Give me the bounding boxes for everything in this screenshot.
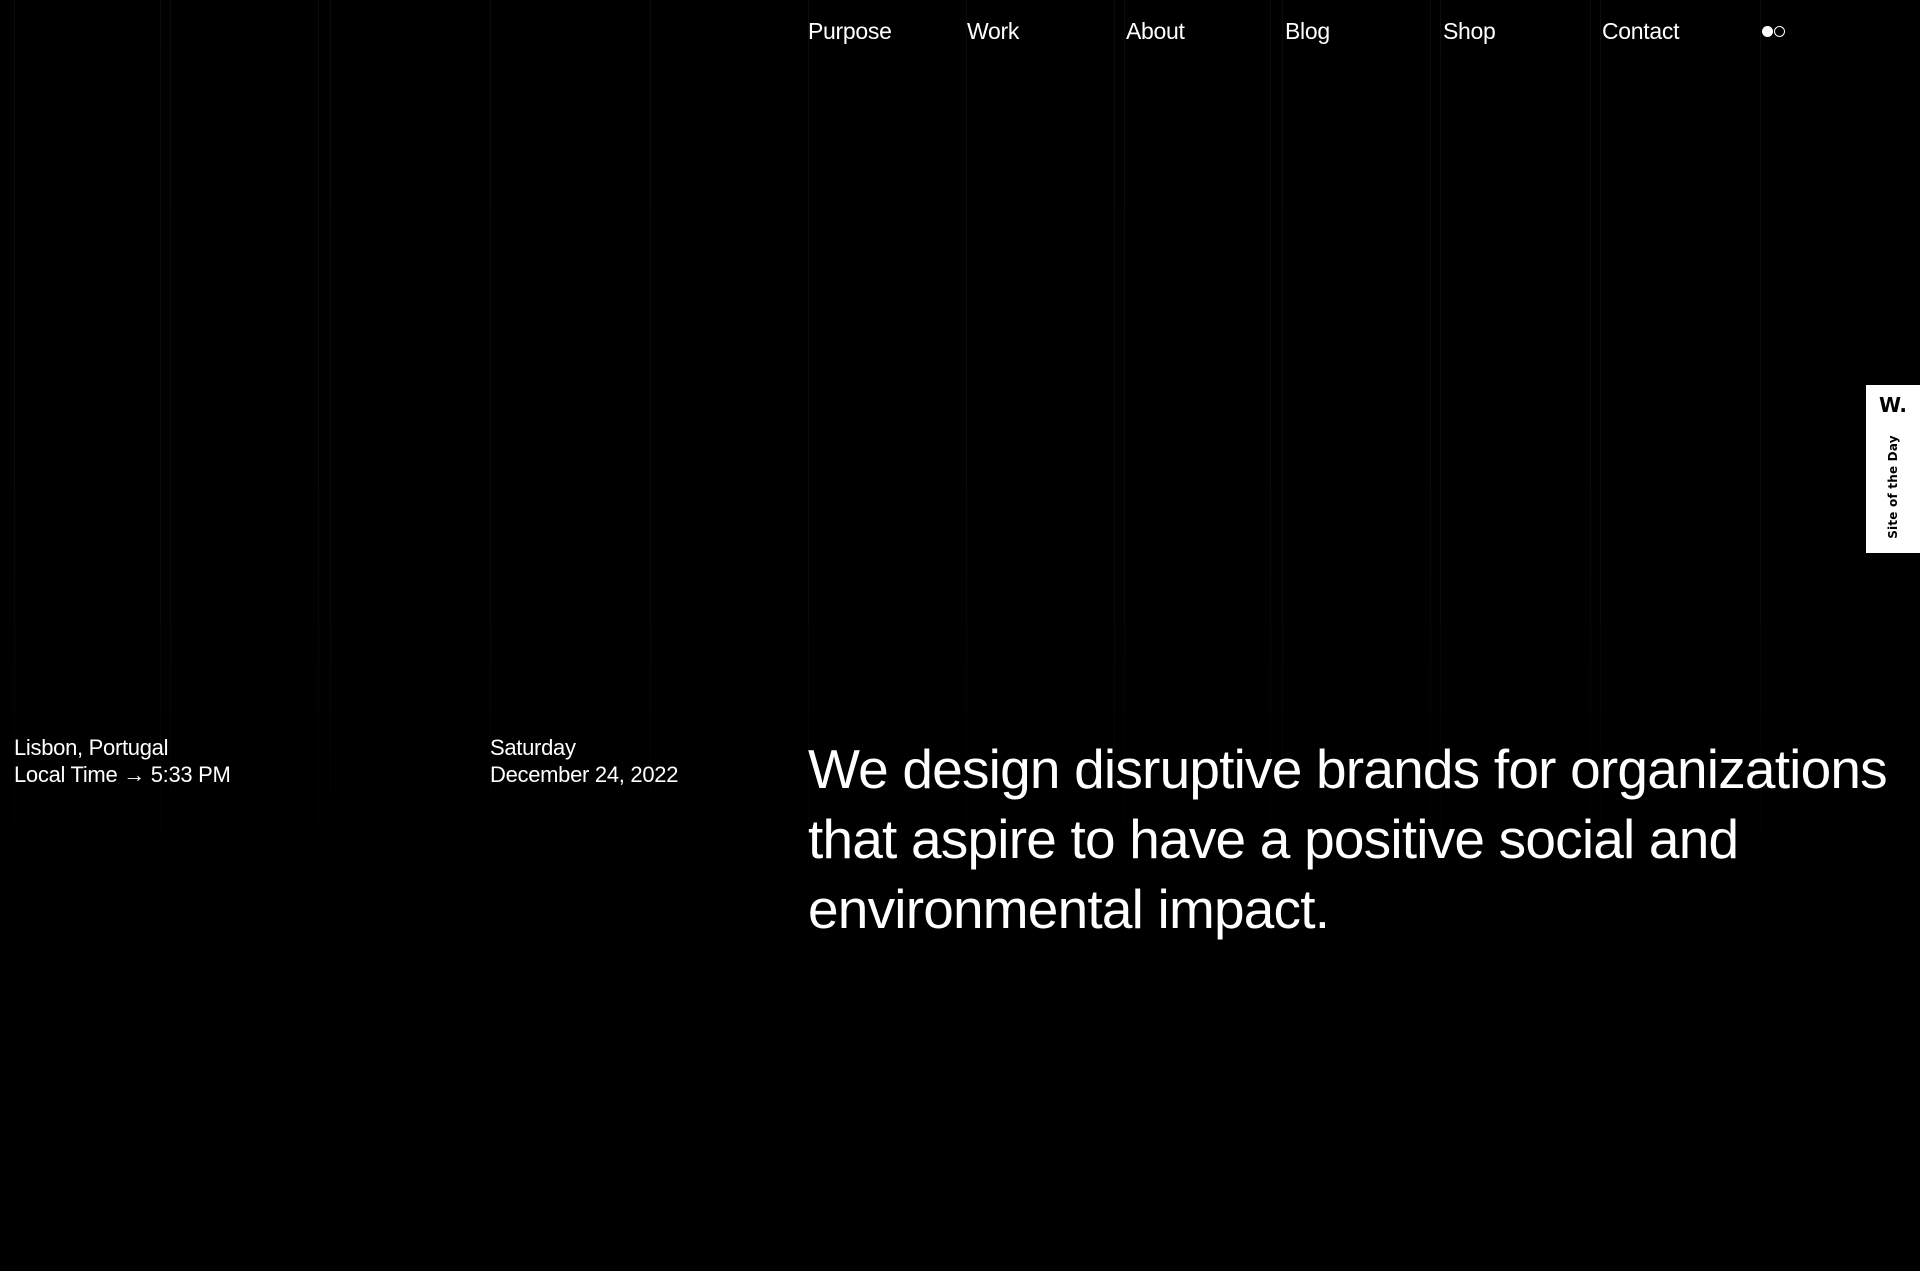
date-block: Saturday December 24, 2022 (490, 734, 678, 788)
site-of-the-day-badge[interactable]: W. Site of the Day (1866, 385, 1920, 553)
nav-link-blog[interactable]: Blog (1285, 18, 1330, 45)
main-navigation: Purpose Work About Blog Shop Contact (808, 18, 1908, 48)
hero-headline: We design disruptive brands for organiza… (808, 738, 1888, 940)
weekday: Saturday (490, 735, 576, 760)
full-date: December 24, 2022 (490, 762, 679, 787)
light-dark-toggle-icon[interactable] (1762, 26, 1792, 40)
nav-link-work[interactable]: Work (967, 18, 1019, 45)
awards-logo: W. (1878, 393, 1908, 417)
outline-circle-icon (1774, 26, 1785, 37)
nav-link-purpose[interactable]: Purpose (808, 18, 892, 45)
location-block: Lisbon, Portugal Local Time → 5:33 PM (14, 734, 231, 788)
local-time: Local Time → 5:33 PM (14, 762, 231, 787)
badge-label: Site of the Day (1886, 435, 1900, 539)
nav-link-contact[interactable]: Contact (1602, 18, 1679, 45)
location-city: Lisbon, Portugal (14, 735, 169, 760)
nav-link-about[interactable]: About (1126, 18, 1185, 45)
nav-link-shop[interactable]: Shop (1443, 18, 1496, 45)
filled-circle-icon (1762, 26, 1773, 37)
